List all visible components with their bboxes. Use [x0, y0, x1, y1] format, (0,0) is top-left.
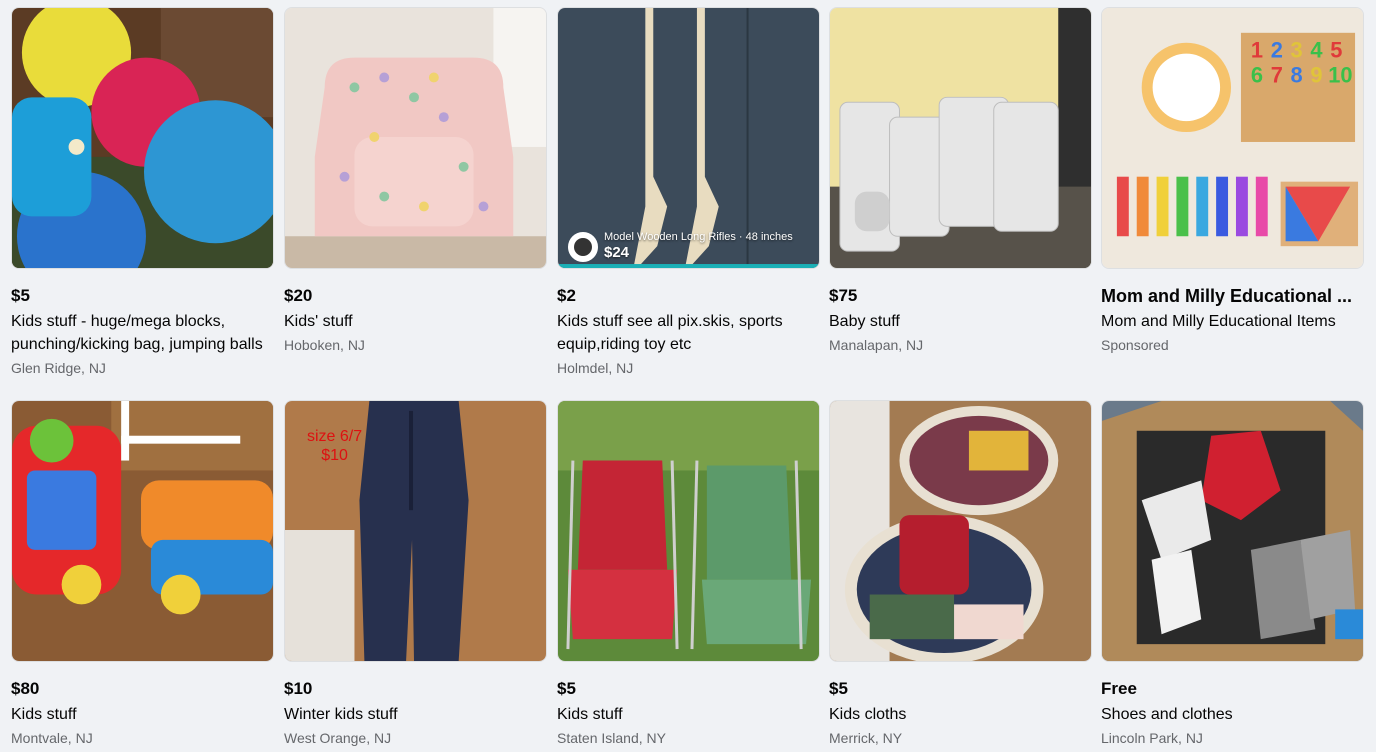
listing-price: $2 [557, 286, 576, 305]
listing-price: Mom and Milly Educational ... [1101, 286, 1353, 306]
listing-card[interactable]: $20 Kids' stuff Hoboken, NJ [284, 7, 547, 355]
listing-title: Kids stuff [557, 706, 623, 723]
svg-text:5: 5 [1330, 38, 1342, 63]
listing-title: Kids stuff see all pix.skis, sports equi… [557, 313, 783, 353]
listing-card[interactable]: Free Shoes and clothes Lincoln Park, NJ [1101, 400, 1364, 748]
svg-text:10: 10 [1328, 62, 1352, 87]
listing-location: Holmdel, NJ [557, 360, 634, 376]
listing-price: $75 [829, 286, 858, 305]
listing-card[interactable]: Model Wooden Long Rifles · 48 inches $24… [557, 7, 820, 378]
overlay-price: $10 [321, 447, 348, 464]
size-text: size 6/7 [307, 428, 363, 445]
listing-location: West Orange, NJ [284, 730, 392, 746]
svg-text:9: 9 [1310, 62, 1322, 87]
listing-title: Kids cloths [829, 706, 907, 723]
listing-title: Kids stuff [11, 706, 77, 723]
listing-price: $10 [284, 679, 313, 698]
listing-location: Staten Island, NY [557, 730, 666, 746]
svg-text:8: 8 [1291, 62, 1303, 87]
listing-price: Free [1101, 679, 1137, 698]
listing-card[interactable]: 12345 6 7 8 9 10 Mom and Milly Educational .… [1101, 7, 1364, 355]
listing-location: Manalapan, NJ [829, 337, 924, 353]
overlay-caption: Model Wooden Long Rifles · 48 inches [604, 231, 793, 243]
listing-title: Winter kids stuff [284, 706, 398, 723]
sponsored-label: Sponsored [1101, 337, 1169, 353]
listing-price: $5 [829, 679, 848, 698]
listing-title: Mom and Milly Educational Items [1101, 313, 1336, 330]
wooden-rifles-image[interactable]: Model Wooden Long Rifles · 48 inches $24 [557, 7, 820, 269]
toy-balls-image[interactable] [11, 7, 274, 269]
educational-toys-image[interactable]: 12345 6 7 8 9 10 [1101, 7, 1364, 269]
listing-price: $80 [11, 679, 40, 698]
shoes-box-image[interactable] [1101, 400, 1364, 662]
price-overlay: size 6/7 $10 [307, 427, 362, 465]
listing-location: Glen Ridge, NJ [11, 360, 106, 376]
overlay-price: $24 [604, 244, 630, 261]
listing-title: Shoes and clothes [1101, 706, 1233, 723]
clothes-baskets-image[interactable] [829, 400, 1092, 662]
svg-text:6: 6 [1251, 62, 1263, 87]
listing-card[interactable]: $5 Kids stuff - huge/mega blocks, punchi… [11, 7, 274, 378]
camp-chairs-image[interactable] [557, 400, 820, 662]
listing-title: Baby stuff [829, 313, 900, 330]
kids-chair-image[interactable] [284, 7, 547, 269]
listing-location: Merrick, NY [829, 730, 903, 746]
snow-pants-image[interactable]: size 6/7 $10 [284, 400, 547, 662]
listing-location: Montvale, NJ [11, 730, 93, 746]
listing-location: Hoboken, NJ [284, 337, 365, 353]
svg-text:3: 3 [1291, 38, 1303, 63]
ride-on-toy-image[interactable] [11, 400, 274, 662]
listing-price: $5 [11, 286, 30, 305]
listing-card[interactable]: $75 Baby stuff Manalapan, NJ [829, 7, 1092, 355]
marketplace-grid: $5 Kids stuff - huge/mega blocks, punchi… [0, 0, 1376, 752]
listing-title: Kids' stuff [284, 313, 353, 330]
listing-card[interactable]: $80 Kids stuff Montvale, NJ [11, 400, 274, 748]
svg-text:7: 7 [1271, 62, 1283, 87]
listing-card[interactable]: $5 Kids cloths Merrick, NY [829, 400, 1092, 748]
listing-price: $5 [557, 679, 576, 698]
listing-title: Kids stuff - huge/mega blocks, punching/… [11, 313, 263, 353]
listing-price: $20 [284, 286, 313, 305]
seller-avatar [568, 231, 598, 262]
sponsored-overlay: Model Wooden Long Rifles · 48 inches $24 [568, 231, 793, 262]
svg-text:4: 4 [1310, 38, 1323, 63]
svg-text:1: 1 [1251, 38, 1263, 63]
listing-card[interactable]: $5 Kids stuff Staten Island, NY [557, 400, 820, 748]
svg-text:2: 2 [1271, 38, 1283, 63]
baby-gate-image[interactable] [829, 7, 1092, 269]
listing-card[interactable]: size 6/7 $10 $10 Winter kids stuff West … [284, 400, 547, 748]
listing-location: Lincoln Park, NJ [1101, 730, 1203, 746]
